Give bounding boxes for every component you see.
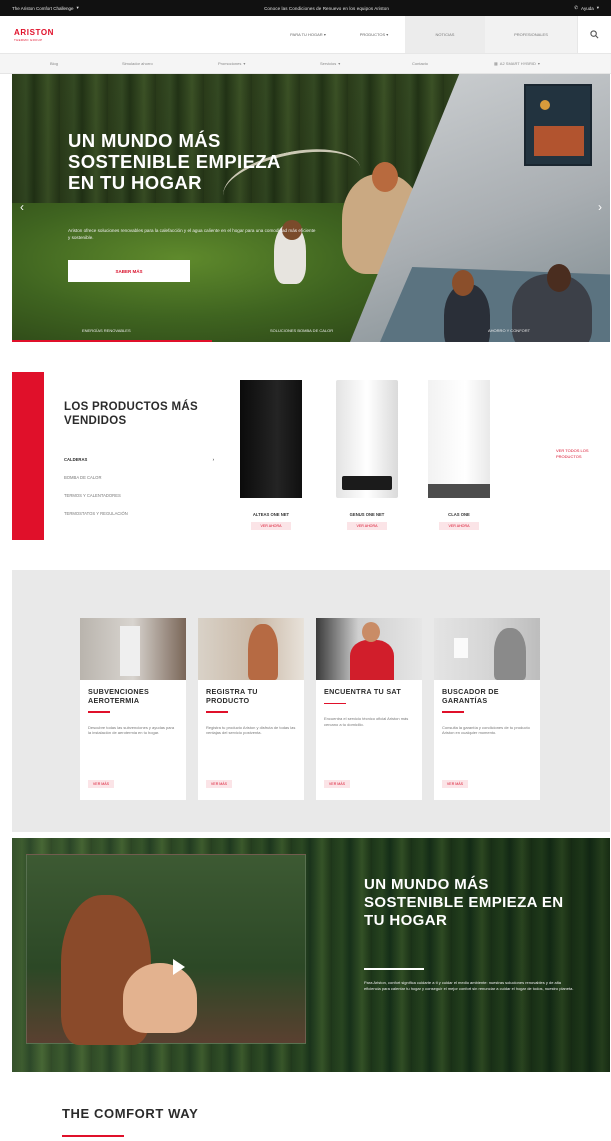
video-description: Para Ariston, confort significa cuidarte…	[364, 980, 574, 991]
product-name: GENUS ONE NET	[349, 512, 385, 517]
grid-icon: ▦	[494, 61, 498, 66]
ariston-logo[interactable]: ARISTON THERMO GROUP	[0, 16, 120, 53]
hero-wall-painting	[524, 84, 592, 166]
category-item-termos[interactable]: Termos y calentadores	[64, 486, 214, 504]
all-products-link[interactable]: Ver todos los productos	[556, 448, 606, 459]
chevron-down-icon: ▾	[596, 5, 599, 10]
phone-icon: ✆	[574, 5, 579, 10]
service-card-registra[interactable]: REGISTRA TU PRODUCTO Registra tu product…	[198, 618, 304, 800]
service-photo	[434, 618, 540, 680]
service-description: Descubre todas las subvenciones y ayudas…	[88, 724, 175, 736]
service-title: SUBVENCIONES AEROTERMIA	[88, 687, 150, 705]
service-description: Registra tu producto Ariston y disfruta …	[206, 724, 296, 736]
chevron-right-icon: ›	[212, 456, 214, 462]
slide-tab-2[interactable]: Soluciones bomba de calor	[270, 328, 333, 333]
challenge-link[interactable]: The Ariston Comfort Challenge ▾	[12, 5, 79, 11]
category-item-bomba[interactable]: Bomba de calor	[64, 468, 214, 486]
video-section: UN MUNDO MÁS SOSTENIBLE EMPIEZA EN TU HO…	[12, 838, 610, 1072]
hero-cta-button[interactable]: Saber más	[68, 260, 190, 282]
product-image	[428, 380, 490, 498]
chevron-down-icon: ▾	[243, 61, 246, 66]
product-name: CLAS ONE	[448, 512, 470, 517]
hero-lead: Ariston ofrece soluciones renovables par…	[68, 228, 316, 240]
service-title: ENCUENTRA TU SAT	[324, 687, 402, 696]
service-more-link[interactable]: Ver más	[324, 780, 350, 788]
service-photo	[316, 618, 422, 680]
search-button[interactable]	[577, 16, 611, 53]
service-more-link[interactable]: Ver más	[206, 780, 232, 788]
product-view-link[interactable]: Ver ahora	[347, 522, 387, 530]
announcement-message: Conoce las Condiciones de Renuevo en los…	[264, 5, 389, 11]
brand-tagline: THERMO GROUP	[14, 37, 43, 42]
service-title: REGISTRA TU PRODUCTO	[206, 687, 258, 705]
subnav-item-hybrid[interactable]: ▦ A2 SMART HYBRID ▾	[494, 61, 540, 66]
help-label: Ayuda	[581, 5, 594, 11]
carousel-prev-arrow-icon[interactable]: ‹	[20, 200, 24, 214]
category-item-calderas[interactable]: Calderas ›	[64, 450, 214, 468]
service-description: Encuentra el servicio técnico oficial Ar…	[324, 716, 409, 727]
nav-item-noticias[interactable]: Noticias	[405, 16, 485, 53]
secondary-nav: Blog Simulador ahorro Promociones ▾ Servi…	[0, 54, 611, 74]
product-card[interactable]: GENUS ONE NET Ver ahora	[332, 380, 402, 530]
video-title: UN MUNDO MÁS SOSTENIBLE EMPIEZA EN TU HO…	[364, 876, 564, 929]
video-player[interactable]	[26, 854, 306, 1045]
comfort-way-underline	[62, 1135, 124, 1137]
nav-item-profesionales[interactable]: Profesionales	[485, 16, 577, 53]
hero-woman-head	[372, 162, 398, 192]
decorative-red-bar	[12, 372, 44, 540]
subnav-item-servicios[interactable]: Servicios ▾	[320, 61, 340, 66]
carousel-next-arrow-icon[interactable]: ›	[598, 200, 602, 214]
subnav-item-simulador[interactable]: Simulador ahorro	[122, 61, 153, 66]
main-header: ARISTON THERMO GROUP Para tu Hogar ▾ Pro…	[0, 16, 611, 54]
services-section: SUBVENCIONES AEROTERMIA Descubre todas l…	[12, 570, 610, 832]
product-name: ALTEAS ONE NET	[252, 512, 290, 517]
hero-carousel: UN MUNDO MÁS SOSTENIBLE EMPIEZA EN TU HO…	[12, 74, 610, 342]
slide-tab-3[interactable]: Ahorro y confort	[488, 328, 530, 333]
video-title-underline	[364, 968, 424, 970]
chevron-down-icon: ▾	[537, 61, 540, 66]
service-card-sat[interactable]: ENCUENTRA TU SAT Encuentra el servicio t…	[316, 618, 422, 800]
challenge-label: The Ariston Comfort Challenge	[12, 5, 74, 11]
subnav-item-promociones[interactable]: Promociones ▾	[218, 61, 245, 66]
brand-name: ARISTON	[14, 27, 55, 37]
service-photo	[198, 618, 304, 680]
nav-item-hogar[interactable]: Para tu Hogar ▾	[273, 16, 343, 53]
help-link[interactable]: ✆ Ayuda ▾	[574, 5, 599, 11]
hero-family-head	[547, 264, 571, 292]
hero-title: UN MUNDO MÁS SOSTENIBLE EMPIEZA EN TU HO…	[68, 130, 281, 193]
product-image	[336, 380, 398, 498]
bestsellers-title: LOS PRODUCTOS MÁS VENDIDOS	[64, 401, 198, 427]
service-more-link[interactable]: Ver más	[88, 780, 114, 788]
product-image	[240, 380, 302, 498]
service-more-link[interactable]: Ver más	[442, 780, 468, 788]
top-announcement-bar: The Ariston Comfort Challenge ▾ Conoce l…	[0, 0, 611, 16]
carousel-slide-tabs: Energías renovables Soluciones bomba de …	[12, 322, 610, 342]
service-photo	[80, 618, 186, 680]
chevron-down-icon: ▾	[338, 61, 341, 66]
hero-family-head	[452, 270, 474, 296]
nav-item-productos[interactable]: Productos ▾	[343, 16, 405, 53]
service-card-garantias[interactable]: BUSCADOR DE GARANTÍAS Consulta la garant…	[434, 618, 540, 800]
search-icon	[590, 30, 599, 39]
slide-tab-1[interactable]: Energías renovables	[82, 328, 131, 333]
product-view-link[interactable]: Ver ahora	[251, 522, 291, 530]
subnav-item-blog[interactable]: Blog	[50, 61, 58, 66]
product-card[interactable]: CLAS ONE Ver ahora	[424, 380, 494, 530]
chevron-down-icon: ▾	[76, 5, 79, 10]
category-list: Calderas › Bomba de calor Termos y calent…	[64, 450, 214, 522]
subnav-item-contacto[interactable]: Contacto	[412, 61, 428, 66]
video-baby-figure	[123, 963, 197, 1033]
play-icon[interactable]	[173, 959, 185, 975]
product-card[interactable]: ALTEAS ONE NET Ver ahora	[236, 380, 306, 530]
header-nav: Para tu Hogar ▾ Productos ▾ Noticias Pro…	[120, 16, 611, 53]
bestsellers-section: LOS PRODUCTOS MÁS VENDIDOS Calderas › Bom…	[0, 342, 611, 547]
service-description: Consulta la garantía y condiciones de tu…	[442, 724, 530, 736]
comfort-way-title: THE COMFORT WAY	[62, 1106, 199, 1121]
category-item-termostatos[interactable]: Termostatos y regulación	[64, 504, 214, 522]
service-title: BUSCADOR DE GARANTÍAS	[442, 687, 499, 705]
product-view-link[interactable]: Ver ahora	[439, 522, 479, 530]
service-card-subvenciones[interactable]: SUBVENCIONES AEROTERMIA Descubre todas l…	[80, 618, 186, 800]
